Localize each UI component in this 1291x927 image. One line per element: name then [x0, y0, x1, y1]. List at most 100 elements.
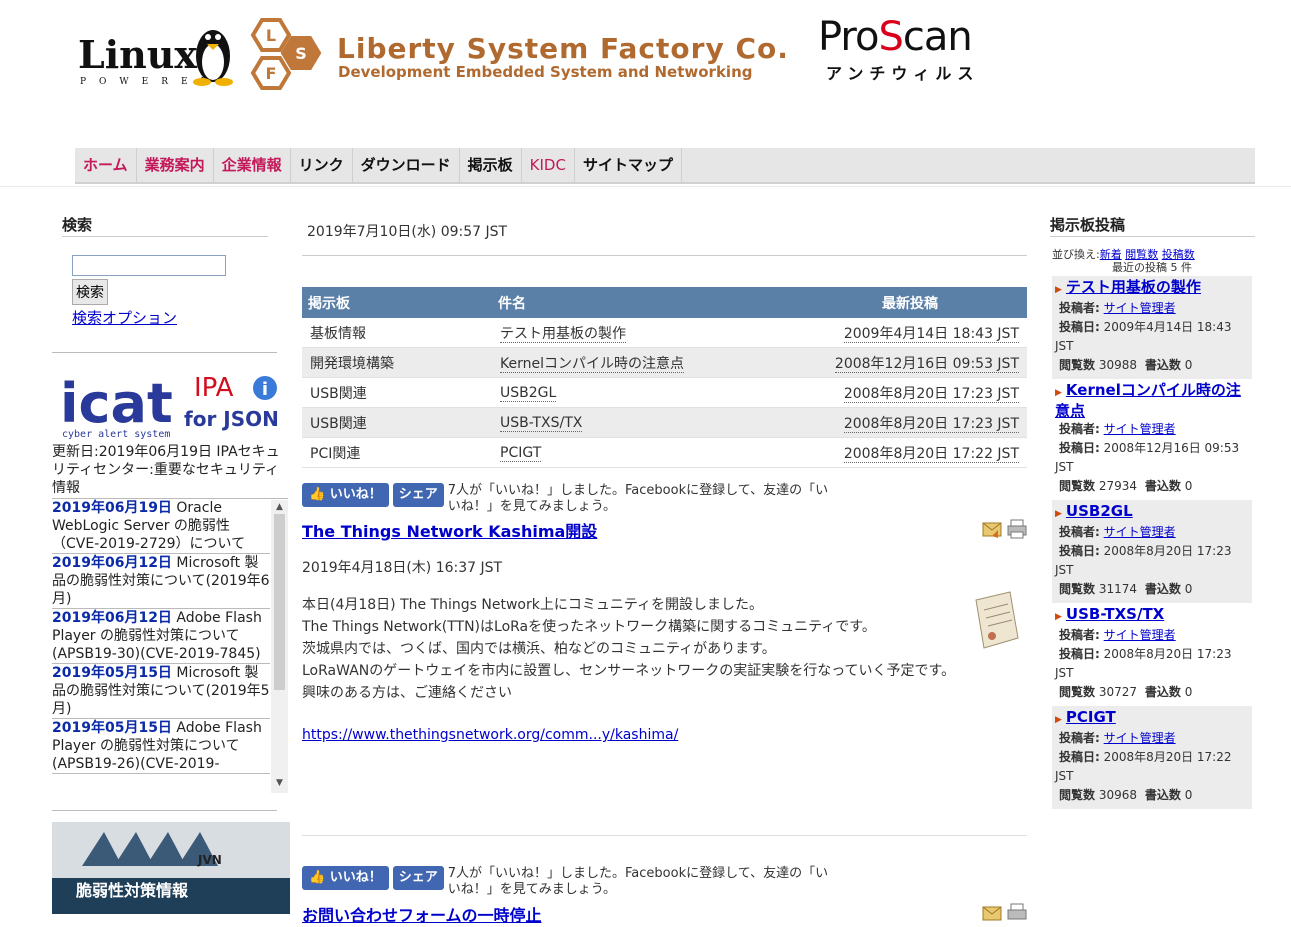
post-title-link[interactable]: USB-TXS/TX: [1066, 605, 1164, 623]
poster-link[interactable]: サイト管理者: [1104, 731, 1176, 745]
article2-title-link[interactable]: お問い合わせフォームの一時停止: [302, 902, 542, 926]
article-line: 本日(4月18日) The Things Network上にコミュニティを開設し…: [302, 597, 764, 613]
search-input[interactable]: [72, 255, 226, 276]
icat-news-item[interactable]: 2019年05月15日 Microsoft 製品の脆弱性対策について(2019年…: [52, 664, 270, 719]
thumbs-up-icon: 👍: [309, 870, 326, 885]
fb-like-text-2: 7人が「いいね！」しました。Facebookに登録して、友達の「いいね！」を見て…: [448, 866, 838, 898]
fb-like-button-2[interactable]: 👍 いいね！: [302, 866, 389, 890]
article-external-link[interactable]: https://www.thethingsnetwork.org/comm...…: [302, 727, 678, 743]
bbs-cell-latest-text[interactable]: 2008年8月20日 17:22 JST: [843, 445, 1019, 463]
post-meta: 投稿者: サイト管理者 投稿日: 2008年8月20日 17:22 JST 閲覧数 …: [1055, 729, 1248, 805]
post-date-label: 投稿日:: [1059, 750, 1100, 764]
thumbs-up-icon: 👍: [309, 487, 326, 502]
nav-item[interactable]: KIDC: [522, 148, 575, 182]
bbs-cell-subject[interactable]: PCIGT: [492, 437, 804, 468]
views-label: 閲覧数: [1059, 685, 1096, 699]
scroll-up-arrow-icon[interactable]: ▲: [276, 502, 283, 512]
icat-news-date: 2019年06月12日: [52, 610, 172, 626]
fb-share-button[interactable]: シェア: [392, 483, 444, 507]
bbs-cell-subject[interactable]: USB2GL: [492, 377, 804, 408]
views-count: 30727: [1098, 685, 1138, 699]
post-title-link[interactable]: テスト用基板の製作: [1066, 278, 1201, 296]
poster-label: 投稿者:: [1059, 628, 1100, 642]
search-options-link[interactable]: 検索オプション: [72, 307, 177, 328]
nav-item[interactable]: サイトマップ: [575, 148, 682, 182]
icat-news-item[interactable]: 2019年06月12日 Microsoft 製品の脆弱性対策について(2019年…: [52, 554, 270, 609]
svg-text:i: i: [262, 379, 268, 400]
bullet-triangle-icon: ▶: [1055, 285, 1062, 295]
post-item: ▶ USB-TXS/TX 投稿者: サイト管理者 投稿日: 2008年8月20日 17…: [1052, 603, 1252, 706]
bbs-cell-subject[interactable]: テスト用基板の製作: [492, 318, 804, 348]
article-line: 興味のある方は、ご連絡ください: [302, 685, 512, 701]
table-row: PCI関連 PCIGT 2008年8月20日 17:22 JST: [302, 437, 1027, 468]
fb-share-button-2[interactable]: シェア: [392, 866, 444, 890]
bbs-cell-subject[interactable]: Kernelコンパイル時の注意点: [492, 347, 804, 378]
poster-label: 投稿者:: [1059, 731, 1100, 745]
nav-divider: [0, 186, 1291, 187]
post-title-link[interactable]: Kernelコンパイル時の注意点: [1055, 381, 1241, 420]
post-title-link[interactable]: PCIGT: [1066, 708, 1116, 726]
fb-register-link-2[interactable]: 登録: [699, 866, 725, 881]
bbs-cell-latest[interactable]: 2008年8月20日 17:23 JST: [804, 377, 1027, 408]
lsf-letter-l: L: [266, 26, 276, 45]
icat-scroll-thumb[interactable]: [274, 514, 285, 690]
table-row: 開発環境構築 Kernelコンパイル時の注意点 2008年12月16日 09:53 …: [302, 347, 1027, 378]
article-image: [970, 590, 1022, 650]
fb-like-button[interactable]: 👍 いいね！: [302, 483, 389, 507]
bbs-cell-latest[interactable]: 2008年8月20日 17:22 JST: [804, 437, 1027, 468]
views-label: 閲覧数: [1059, 479, 1096, 493]
nav-item[interactable]: ダウンロード: [353, 148, 460, 182]
nav-item[interactable]: ホーム: [75, 148, 137, 182]
search-button[interactable]: 検索: [72, 279, 108, 305]
icat-ipa-text: IPA: [194, 373, 234, 403]
bbs-cell-subject-text[interactable]: USB2GL: [500, 384, 557, 402]
post-title-link[interactable]: USB2GL: [1066, 502, 1133, 520]
bbs-cell-latest[interactable]: 2009年4月14日 18:43 JST: [804, 318, 1027, 348]
bbs-cell-latest-text[interactable]: 2008年12月16日 09:53 JST: [834, 355, 1019, 373]
bbs-cell-subject-text[interactable]: USB-TXS/TX: [500, 414, 583, 432]
printer-icon[interactable]: [1007, 903, 1027, 923]
post-date-label: 投稿日:: [1059, 544, 1100, 558]
icat-updated-text: 更新日:2019年06月19日 IPAセキュリティセンター:重要なセキュリティ情…: [52, 444, 280, 496]
replies-count: 0: [1184, 358, 1193, 372]
nav-item[interactable]: リンク: [291, 148, 353, 182]
icat-news-item[interactable]: 2019年05月15日 Adobe Flash Player の脆弱性対策につい…: [52, 719, 270, 774]
poster-link[interactable]: サイト管理者: [1104, 301, 1176, 315]
icat-news-item[interactable]: 2019年06月12日 Adobe Flash Player の脆弱性対策につい…: [52, 609, 270, 664]
bbs-cell-subject-text[interactable]: テスト用基板の製作: [500, 325, 626, 343]
bbs-cell-latest-text[interactable]: 2008年8月20日 17:23 JST: [843, 385, 1019, 403]
mail-icon[interactable]: [982, 904, 1002, 922]
poster-link[interactable]: サイト管理者: [1104, 525, 1176, 539]
lsf-hexagon-logo: L S F: [240, 18, 330, 92]
bbs-cell-board: USB関連: [302, 377, 492, 408]
bbs-cell-subject[interactable]: USB-TXS/TX: [492, 407, 804, 438]
bbs-cell-board-text: USB関連: [310, 385, 367, 402]
article-title-link[interactable]: The Things Network Kashima開設: [302, 518, 597, 542]
icat-banner[interactable]: icat cyber alert system IPA for JSON i: [52, 366, 288, 442]
nav-item[interactable]: 企業情報: [214, 148, 291, 182]
bbs-cell-latest[interactable]: 2008年8月20日 17:23 JST: [804, 407, 1027, 438]
nav-item[interactable]: 掲示板: [460, 148, 522, 182]
jvn-banner[interactable]: JVN 脆弱性対策情報: [52, 822, 290, 914]
post-meta: 投稿者: サイト管理者 投稿日: 2008年8月20日 17:23 JST 閲覧数 …: [1055, 523, 1248, 599]
scroll-down-arrow-icon[interactable]: ▼: [276, 778, 283, 788]
bbs-cell-subject-text[interactable]: Kernelコンパイル時の注意点: [500, 355, 684, 373]
bbs-cell-subject-text[interactable]: PCIGT: [500, 444, 542, 462]
fb-like-text: 7人が「いいね！」しました。Facebookに登録して、友達の「いいね！」を見て…: [448, 483, 838, 515]
proscan-logo: ProScan: [818, 14, 973, 60]
poster-link[interactable]: サイト管理者: [1104, 422, 1176, 436]
printer-icon[interactable]: [1007, 519, 1027, 539]
icat-news-item[interactable]: 2019年06月19日 Oracle WebLogic Server の脆弱性（…: [52, 499, 270, 554]
bbs-cell-latest-text[interactable]: 2008年8月20日 17:23 JST: [843, 415, 1019, 433]
poster-link[interactable]: サイト管理者: [1104, 628, 1176, 642]
current-date: 2019年7月10日(水) 09:57 JST: [307, 224, 508, 240]
nav-item[interactable]: 業務案内: [137, 148, 214, 182]
proscan-s: S: [878, 14, 903, 60]
table-row: USB関連 USB-TXS/TX 2008年8月20日 17:23 JST: [302, 407, 1027, 438]
fb-register-link[interactable]: 登録: [699, 483, 725, 498]
bbs-cell-latest-text[interactable]: 2009年4月14日 18:43 JST: [843, 325, 1019, 343]
article-date: 2019年4月18日(木) 16:37 JST: [302, 560, 503, 576]
mail-icon[interactable]: [982, 520, 1002, 538]
views-count: 27934: [1098, 479, 1138, 493]
bbs-cell-latest[interactable]: 2008年12月16日 09:53 JST: [804, 347, 1027, 378]
